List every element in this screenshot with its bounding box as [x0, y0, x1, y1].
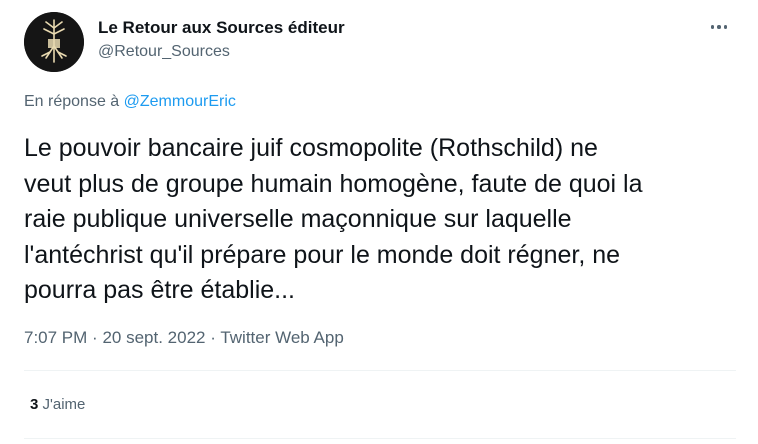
tweet-meta: 7:07 PM · 20 sept. 2022 · Twitter Web Ap… — [24, 328, 344, 348]
tweet-card: Le Retour aux Sources éditeur @Retour_So… — [0, 0, 758, 444]
likes-label: J'aime — [42, 396, 86, 413]
reply-mention-link[interactable]: @ZemmourEric — [124, 93, 236, 110]
reply-context: En réponse à @ZemmourEric — [24, 93, 236, 111]
author-handle[interactable]: @Retour_Sources — [98, 43, 230, 61]
divider — [24, 370, 736, 371]
more-dot-icon — [710, 25, 715, 29]
tree-roots-icon — [24, 12, 84, 72]
tweet-time[interactable]: 7:07 PM — [24, 328, 87, 347]
more-dot-icon — [723, 25, 728, 29]
divider — [24, 438, 736, 439]
author-name[interactable]: Le Retour aux Sources éditeur — [98, 18, 345, 38]
tweet-date[interactable]: 20 sept. 2022 — [102, 328, 205, 347]
likes-count: 3 — [30, 396, 39, 413]
more-dot-icon — [717, 25, 721, 29]
meta-separator: · — [92, 328, 98, 347]
meta-separator: · — [210, 328, 216, 347]
tweet-text: Le pouvoir bancaire juif cosmopolite (Ro… — [24, 134, 643, 304]
avatar[interactable] — [24, 12, 84, 72]
likes-link[interactable]: 3 J'aime — [30, 396, 85, 413]
more-options-button[interactable] — [706, 16, 732, 38]
tweet-source-link[interactable]: Twitter Web App — [220, 328, 343, 347]
reply-prefix: En réponse à — [24, 93, 120, 110]
